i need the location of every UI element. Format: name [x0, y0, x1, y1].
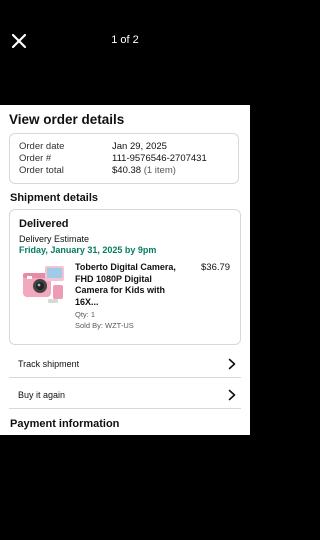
product-quantity: Qty: 1 [75, 310, 96, 319]
order-number-label: Order # [19, 153, 52, 164]
order-total-amount: $40.38 [112, 165, 142, 176]
buy-it-again-label: Buy it again [18, 390, 66, 400]
viewer-top-bar: 1 of 2 [0, 0, 250, 105]
page-title: View order details [9, 112, 125, 127]
order-date-value: Jan 29, 2025 [112, 141, 167, 152]
delivery-estimate-date: Friday, January 31, 2025 by 9pm [19, 245, 157, 255]
product-price: $36.79 [201, 262, 231, 273]
order-item-count: (1 item) [143, 165, 176, 176]
chevron-right-icon [227, 388, 237, 401]
order-number-value: 111-9576546-2707431 [112, 153, 207, 164]
chevron-right-icon [227, 357, 237, 370]
order-date-label: Order date [19, 141, 65, 152]
shipment-heading: Shipment details [10, 192, 99, 204]
order-total-value: $40.38 (1 item) [112, 165, 176, 176]
viewer-bottom-bar [0, 435, 250, 540]
track-shipment-label: Track shipment [18, 359, 80, 369]
shipment-status: Delivered [19, 218, 69, 230]
shipment-card: Delivered Delivery Estimate Friday, Janu… [9, 209, 241, 345]
product-image[interactable] [20, 260, 66, 306]
product-seller: Sold By: WZT-US [75, 321, 134, 330]
buy-it-again-button[interactable]: Buy it again [9, 381, 241, 409]
order-summary-card: Order date Jan 29, 2025 Order # 111-9576… [9, 133, 239, 184]
track-shipment-button[interactable]: Track shipment [9, 350, 241, 378]
order-details-sheet: View order details Order date Jan 29, 20… [0, 105, 250, 435]
order-total-label: Order total [19, 165, 64, 176]
product-name[interactable]: Toberto Digital Camera, FHD 1080P Digita… [75, 262, 187, 308]
payment-information-heading: Payment information [10, 418, 120, 430]
page-indicator: 1 of 2 [111, 34, 139, 46]
delivery-estimate-label: Delivery Estimate [19, 234, 90, 244]
